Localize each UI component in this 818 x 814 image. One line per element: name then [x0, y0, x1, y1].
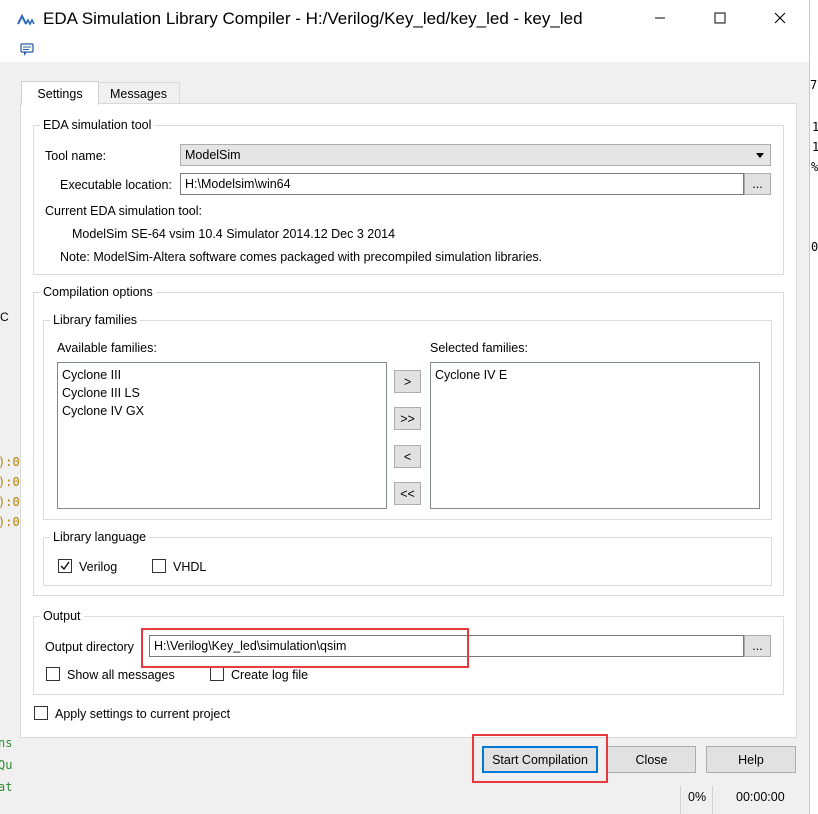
settings-panel: EDA simulation tool Tool name: ModelSim …: [20, 103, 797, 738]
executable-location-label: Executable location:: [60, 178, 172, 192]
status-divider: [712, 786, 713, 814]
eda-tool-legend: EDA simulation tool: [43, 118, 152, 132]
background-app-text: 1: [812, 140, 818, 154]
background-app-text: ):0: [0, 495, 20, 509]
toolbar: [0, 38, 809, 62]
vhdl-label: VHDL: [173, 560, 207, 574]
status-bar: 0% 00:00:00: [0, 786, 809, 814]
background-app-text: ):0: [0, 515, 20, 529]
tab-messages[interactable]: Messages: [97, 82, 180, 105]
precompiled-note: Note: ModelSim-Altera software comes pac…: [60, 250, 543, 264]
background-app-text: at: [0, 780, 13, 794]
progress-percent: 0%: [688, 790, 707, 804]
selected-families-list[interactable]: Cyclone IV E: [430, 362, 760, 509]
background-app-text: 7: [810, 78, 818, 92]
apply-settings-label: Apply settings to current project: [55, 707, 231, 721]
background-app-text: ):0: [0, 475, 20, 489]
verilog-label: Verilog: [79, 560, 118, 574]
verilog-checkbox[interactable]: [58, 559, 72, 573]
available-families-label: Available families:: [57, 341, 157, 355]
maximize-button[interactable]: [697, 0, 743, 36]
tool-name-dropdown[interactable]: ModelSim: [180, 144, 771, 166]
executable-browse-button[interactable]: ...: [744, 173, 771, 195]
output-directory-label: Output directory: [45, 640, 134, 654]
close-window-button[interactable]: [757, 0, 803, 36]
library-language-legend: Library language: [53, 530, 147, 544]
close-button[interactable]: Close: [607, 746, 696, 773]
minimize-button[interactable]: [637, 0, 683, 36]
status-divider: [680, 786, 681, 814]
output-directory-input[interactable]: H:\Verilog\Key_led\simulation\qsim: [149, 635, 744, 657]
background-app-text: ):0: [0, 455, 20, 469]
message-icon[interactable]: [20, 42, 36, 58]
help-button[interactable]: Help: [706, 746, 796, 773]
show-all-messages-checkbox[interactable]: [46, 667, 60, 681]
background-app-text: C: [0, 310, 9, 324]
background-app-text: 1: [812, 120, 818, 134]
library-families-legend: Library families: [53, 313, 138, 327]
list-item[interactable]: Cyclone III LS: [62, 384, 382, 402]
tool-name-value: ModelSim: [185, 148, 241, 162]
available-families-list[interactable]: Cyclone III Cyclone III LS Cyclone IV GX: [57, 362, 387, 509]
library-language-group: Library language: [43, 530, 772, 586]
selected-families-label: Selected families:: [430, 341, 528, 355]
list-item[interactable]: Cyclone IV GX: [62, 402, 382, 420]
add-family-button[interactable]: >: [394, 370, 421, 393]
current-tool-value: ModelSim SE-64 vsim 10.4 Simulator 2014.…: [72, 227, 396, 241]
executable-location-input[interactable]: H:\Modelsim\win64: [180, 173, 744, 195]
compilation-options-legend: Compilation options: [43, 285, 153, 299]
tool-name-label: Tool name:: [45, 149, 107, 163]
window-title: EDA Simulation Library Compiler - H:/Ver…: [43, 9, 583, 28]
remove-all-families-button[interactable]: <<: [394, 482, 421, 505]
chevron-down-icon: [756, 153, 764, 158]
output-browse-button[interactable]: ...: [744, 635, 771, 657]
show-all-messages-label: Show all messages: [67, 668, 175, 682]
current-tool-label: Current EDA simulation tool:: [45, 204, 203, 218]
apply-settings-checkbox[interactable]: [34, 706, 48, 720]
background-app-text: Qu: [0, 758, 13, 772]
background-app-text: %: [811, 160, 818, 174]
vhdl-checkbox[interactable]: [152, 559, 166, 573]
remove-family-button[interactable]: <: [394, 445, 421, 468]
list-item[interactable]: Cyclone III: [62, 366, 382, 384]
background-app-text: ns: [0, 736, 13, 750]
title-bar[interactable]: EDA Simulation Library Compiler - H:/Ver…: [0, 0, 809, 38]
tab-settings[interactable]: Settings: [21, 81, 99, 105]
create-log-file-label: Create log file: [231, 668, 309, 682]
eda-compiler-dialog: EDA Simulation Library Compiler - H:/Ver…: [0, 0, 810, 814]
elapsed-time: 00:00:00: [736, 790, 785, 804]
start-compilation-button[interactable]: Start Compilation: [482, 746, 598, 773]
add-all-families-button[interactable]: >>: [394, 407, 421, 430]
background-app-text: 0: [811, 240, 818, 254]
output-legend: Output: [43, 609, 81, 623]
app-icon: [16, 10, 36, 28]
create-log-file-checkbox[interactable]: [210, 667, 224, 681]
list-item[interactable]: Cyclone IV E: [435, 366, 755, 384]
